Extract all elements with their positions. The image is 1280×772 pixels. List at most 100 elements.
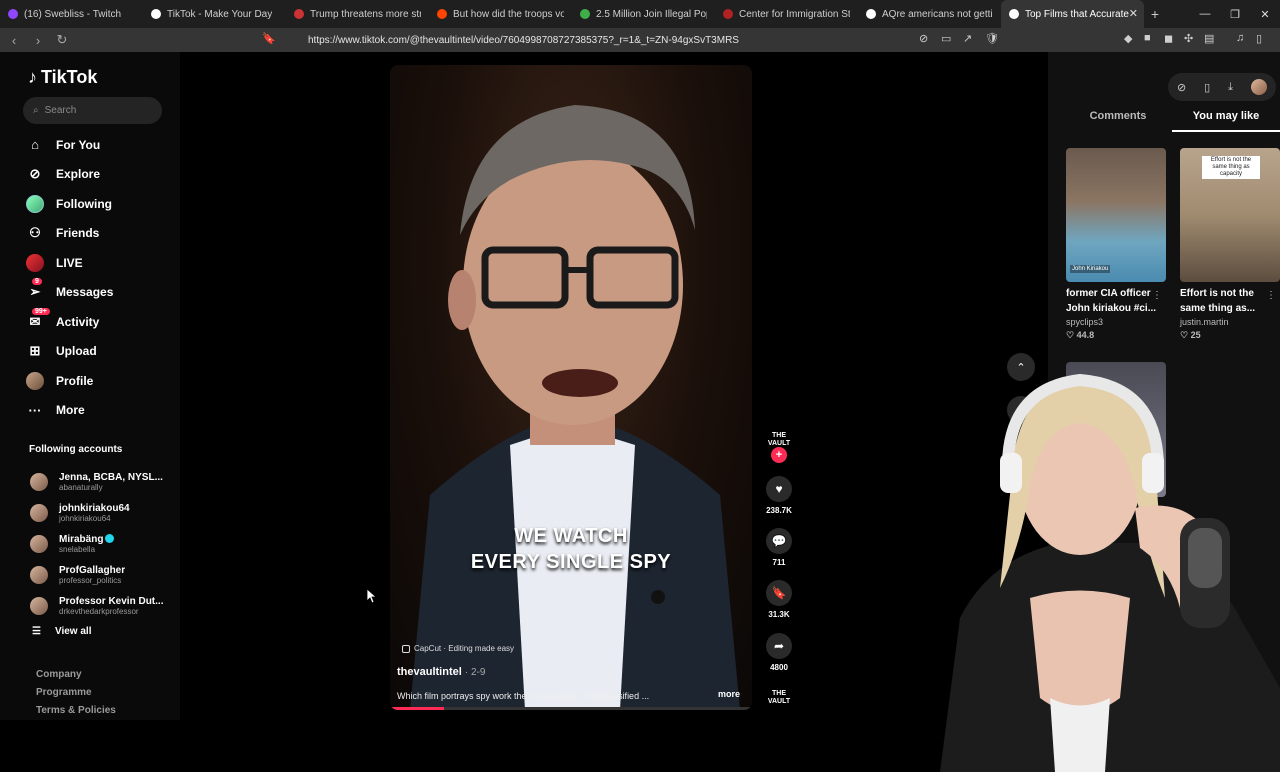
avatar — [30, 565, 48, 584]
extension-icon[interactable]: ◆ — [1124, 32, 1132, 45]
comment-button[interactable]: 💬 711 — [766, 528, 792, 567]
avatar — [30, 503, 48, 522]
nav-label: Explore — [56, 167, 101, 182]
browser-tab[interactable]: Top Films that Accurate ✕ — [1001, 0, 1144, 28]
tab-comments[interactable]: Comments — [1064, 110, 1172, 132]
nav-item-activity[interactable]: ✉ 99+ Activity — [26, 307, 113, 337]
browser-tab[interactable]: But how did the troops vote? — [429, 0, 572, 28]
browser-tab[interactable]: TikTok - Make Your Day — [143, 0, 286, 28]
nav-item-profile[interactable]: Profile — [26, 366, 113, 396]
minimize-icon[interactable]: — — [1190, 8, 1220, 20]
search-icon: ⌕ — [33, 105, 39, 116]
like-count: 238.7K — [766, 506, 792, 515]
search-input[interactable]: ⌕ Search — [23, 97, 162, 124]
like-button[interactable]: ♥ 238.7K — [766, 476, 792, 515]
compass-icon: ⊘ — [29, 166, 41, 182]
new-tab-button[interactable]: + — [1144, 6, 1166, 22]
footer-link[interactable]: Terms & Policies — [36, 705, 116, 723]
recommended-card[interactable]: John Kiriakou former CIA officer John ki… — [1066, 148, 1166, 341]
capcut-tag[interactable]: CapCut · Editing made easy — [402, 644, 514, 653]
more-options-icon[interactable]: ⋮ — [1152, 290, 1162, 301]
verified-badge-icon — [105, 534, 115, 544]
following-accounts-list: Jenna, BCBA, NYSL... abanaturally johnkiri… — [30, 466, 163, 621]
browser-tab[interactable]: (16) Swebliss - Twitch — [0, 0, 143, 28]
download-icon[interactable]: ⤓ — [1228, 81, 1233, 94]
view-all-button[interactable]: ☰ View all — [32, 626, 91, 637]
cast-icon[interactable]: ▭ — [941, 32, 951, 45]
bookmark-icon[interactable]: 🔖 — [262, 32, 276, 45]
nav-item-more[interactable]: ··· More — [26, 396, 113, 426]
nav-item-friends[interactable]: ⚇ Friends — [26, 219, 113, 249]
extension-icon[interactable]: ■ — [1144, 32, 1151, 44]
extension-icon[interactable]: ◼ — [1164, 32, 1173, 45]
nav-item-following[interactable]: Following — [26, 189, 113, 219]
share-icon[interactable]: ↗ — [963, 32, 972, 45]
panel-icon[interactable]: ▯ — [1256, 32, 1262, 45]
tiktok-logo[interactable]: ♪ TikTok — [28, 67, 97, 88]
comment-count: 711 — [772, 558, 786, 567]
card-title: former CIA officer John kiriakou #ci... — [1066, 288, 1157, 314]
post-date: · 2-9 — [464, 667, 486, 678]
nav-item-explore[interactable]: ⊘ Explore — [26, 160, 113, 190]
following-account-item[interactable]: ProfGallagher professor_politics — [30, 559, 163, 590]
channel-avatar[interactable]: THE VAULT — [766, 432, 792, 448]
reload-icon[interactable]: ↻ — [52, 32, 72, 48]
footer-links: Company Programme Terms & Policies — [36, 669, 116, 723]
tab-favicon — [723, 9, 733, 19]
following-accounts-title: Following accounts — [29, 444, 123, 455]
following-account-item[interactable]: Jenna, BCBA, NYSL... abanaturally — [30, 466, 163, 497]
browser-tab[interactable]: Center for Immigration Studie — [715, 0, 858, 28]
sidebar-icon[interactable]: ▤ — [1204, 32, 1214, 45]
save-button[interactable]: 🔖 31.3K — [766, 580, 792, 619]
following-account-item[interactable]: Professor Kevin Dut... drkevthedarkprofes… — [30, 590, 163, 621]
follow-plus-button[interactable]: + — [771, 447, 787, 463]
browser-tab[interactable]: Trump threatens more strikes o — [286, 0, 429, 28]
sidebar: ♪ TikTok ⌕ Search ⌂ For You ⊘ Explore Follow… — [0, 52, 180, 720]
capcut-label: CapCut · Editing made easy — [414, 644, 515, 653]
description-more-button[interactable]: more — [718, 689, 740, 699]
share-button[interactable]: ➦ 4800 — [766, 633, 792, 672]
more-options-icon[interactable]: ⋮ — [1266, 290, 1276, 301]
music-icon[interactable]: ♫ — [1236, 32, 1244, 44]
close-tab-icon[interactable]: ✕ — [1129, 7, 1138, 20]
video-progress-bar[interactable] — [390, 707, 752, 710]
address-bar[interactable]: https://www.tiktok.com/@thevaultintel/vi… — [282, 31, 1004, 49]
footer-link[interactable]: Programme — [36, 687, 116, 705]
user-avatar[interactable] — [1250, 79, 1267, 95]
close-window-icon[interactable]: ✕ — [1250, 8, 1280, 21]
following-account-item[interactable]: Mirabäng snelabella — [30, 528, 163, 559]
following-account-item[interactable]: johnkiriakou64 johnkiriakou64 — [30, 497, 163, 528]
forward-icon[interactable]: › — [28, 33, 48, 48]
nav-item-live[interactable]: LIVE — [26, 248, 113, 278]
nav-label: Activity — [56, 314, 100, 329]
video-player[interactable]: WE WATCH EVERY SINGLE SPY CapCut · Editi… — [390, 65, 752, 710]
video-frame — [410, 105, 740, 710]
nav-item-messages[interactable]: ➢ 9 Messages — [26, 278, 113, 308]
nav-label: Following — [56, 196, 112, 211]
puzzle-icon[interactable]: ✣ — [1184, 32, 1193, 45]
device-icon[interactable]: ▯ — [1204, 81, 1210, 94]
tiktok-note-icon: ♪ — [28, 67, 37, 87]
reader-icon[interactable]: ⊘ — [919, 32, 928, 45]
nav-item-upload[interactable]: ⊞ Upload — [26, 337, 113, 367]
card-thumbnail: John Kiriakou — [1066, 148, 1166, 282]
footer-link[interactable]: Company — [36, 669, 116, 687]
recommended-card[interactable]: Effort is not the same thing as capacity… — [1180, 148, 1280, 341]
thumbnail-tag: John Kiriakou — [1070, 265, 1111, 273]
tab-you-may-like[interactable]: You may like — [1172, 110, 1280, 132]
browser-tab[interactable]: AQre americans not getting d — [858, 0, 1001, 28]
tab-favicon — [151, 9, 161, 19]
thumbnail-tag: Effort is not the same thing as capacity — [1202, 156, 1260, 179]
brave-shield-icon[interactable]: 🛡 — [985, 32, 999, 45]
browser-tab[interactable]: 2.5 Million Join Illegal Populati — [572, 0, 715, 28]
account-name: Jenna, BCBA, NYSL... — [59, 471, 163, 483]
compass-icon[interactable]: ⊘ — [1177, 81, 1186, 94]
back-icon[interactable]: ‹ — [4, 33, 24, 48]
maximize-icon[interactable]: ❐ — [1220, 8, 1250, 21]
video-author[interactable]: thevaultintel · 2-9 — [397, 666, 485, 678]
nav-item-for-you[interactable]: ⌂ For You — [26, 130, 113, 160]
tab-title: But how did the troops vote? — [453, 8, 564, 20]
sound-disc[interactable]: THE VAULT — [766, 690, 792, 706]
right-panel-tabs: Comments You may like — [1064, 110, 1280, 132]
browser-tab-bar: (16) Swebliss - Twitch TikTok - Make Your… — [0, 0, 1280, 28]
